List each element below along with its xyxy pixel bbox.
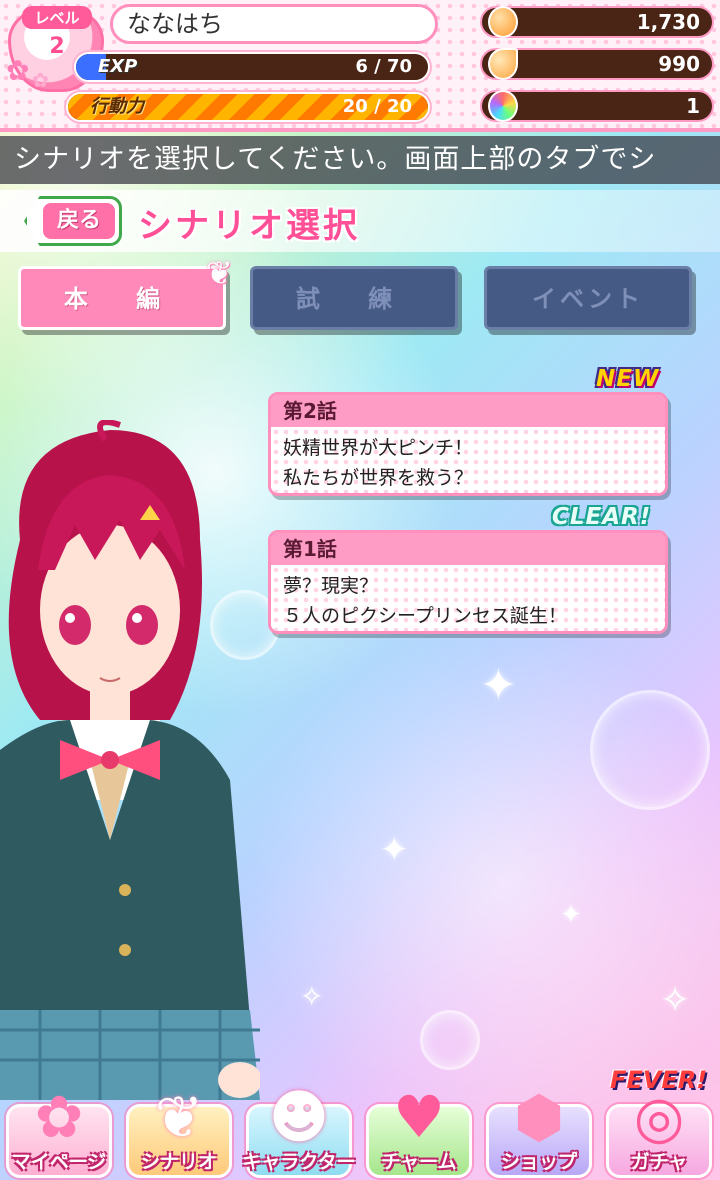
- action-value: 20 / 20: [342, 96, 412, 117]
- nav-label: チャーム: [381, 1151, 457, 1173]
- nav-label: シナリオ: [140, 1151, 217, 1173]
- coin-icon: [488, 6, 518, 38]
- nav-character[interactable]: ☻ キャラクター: [240, 1083, 358, 1180]
- episode-number: 第2話: [271, 395, 665, 427]
- status-bar: レベル 2 ✿ ✿ ななはち EXP 6 / 70 行動力 20 / 20 1,…: [0, 0, 720, 132]
- action-label: 行動力: [90, 96, 144, 117]
- episode-card-1[interactable]: 第1話 夢？現実？ ５人のピクシープリンセス誕生！: [268, 530, 668, 634]
- back-button-label: 戻る: [43, 203, 115, 239]
- episode-number: 第1話: [271, 533, 665, 565]
- gem-icon: ⬢: [513, 1083, 565, 1151]
- sparkle-decoration: ✧: [300, 980, 324, 1013]
- player-name: ななはち: [110, 4, 438, 44]
- episode-line-2: ５人のピクシープリンセス誕生！: [283, 605, 567, 627]
- nav-charm[interactable]: ♥ チャーム: [360, 1083, 478, 1180]
- new-badge: NEW: [596, 366, 660, 392]
- sparkle-decoration: ✧: [660, 980, 691, 1021]
- character-illustration: [0, 420, 260, 1100]
- tab-trial[interactable]: 試 練: [250, 266, 458, 330]
- tab-event[interactable]: イベント: [484, 266, 692, 330]
- nav-shop[interactable]: ⬢ ショップ: [480, 1083, 598, 1180]
- flower-icon: ✿: [32, 68, 49, 92]
- bubble-decoration: [420, 1010, 480, 1070]
- episode-card-2[interactable]: 第2話 妖精世界が大ピンチ！ 私たちが世界を救う？: [268, 392, 668, 496]
- episode-line-2: 私たちが世界を救う？: [283, 467, 474, 489]
- nav-label: キャラクター: [242, 1151, 356, 1173]
- episode-line-1: 妖精世界が大ピンチ！: [283, 437, 474, 459]
- page-title: シナリオ選択: [138, 206, 360, 246]
- sparkle-decoration: ✦: [480, 660, 517, 711]
- cone-counter[interactable]: 990: [480, 48, 714, 80]
- clear-badge: CLEAR!: [552, 504, 652, 530]
- character-icon: ☻: [268, 1083, 330, 1151]
- level-value: 2: [49, 34, 65, 59]
- page-header: 戻る シナリオ選択: [0, 190, 720, 252]
- action-gauge: 行動力 20 / 20: [66, 92, 430, 122]
- level-label: レベル: [22, 6, 92, 29]
- exp-gauge: EXP 6 / 70: [74, 52, 430, 82]
- nav-scenario[interactable]: ❦ シナリオ: [120, 1083, 238, 1180]
- gem-counter[interactable]: 1: [480, 90, 714, 122]
- exp-label: EXP: [98, 56, 138, 77]
- cone-icon: [488, 48, 518, 80]
- bubble-decoration: [590, 690, 710, 810]
- wing-icon: ❦: [154, 1083, 204, 1151]
- flower-icon: ✿: [6, 54, 30, 87]
- flower-icon: ✿: [34, 1083, 84, 1151]
- wing-icon: ❦: [206, 254, 233, 292]
- coin-counter[interactable]: 1,730: [480, 6, 714, 38]
- episode-description: 妖精世界が大ピンチ！ 私たちが世界を救う？: [271, 427, 665, 493]
- heart-star-icon: ♥: [393, 1083, 445, 1151]
- nav-label: マイページ: [11, 1151, 107, 1173]
- nav-mypage[interactable]: ✿ マイページ: [0, 1083, 118, 1180]
- gacha-icon: ◎: [633, 1083, 685, 1151]
- nav-label: ショップ: [500, 1151, 577, 1173]
- bottom-navigation: ✿ マイページ ❦ シナリオ ☻ キャラクター ♥ チャーム ⬢ ショップ ◎ …: [0, 1072, 720, 1180]
- exp-value: 6 / 70: [355, 56, 412, 77]
- back-button[interactable]: 戻る: [24, 196, 122, 246]
- nav-label: ガチャ: [630, 1151, 688, 1173]
- tab-main-story[interactable]: 本 編: [18, 266, 226, 330]
- sparkle-decoration: ✦: [380, 830, 409, 870]
- sparkle-decoration: ✦: [560, 900, 582, 930]
- episode-line-1: 夢？現実？: [283, 575, 379, 597]
- nav-gacha[interactable]: ◎ ガチャ: [600, 1083, 718, 1180]
- rainbow-gem-icon: [488, 90, 518, 122]
- info-ticker: シナリオを選択してください。画面上部のタブでシ: [0, 136, 720, 184]
- coin-amount: 1,730: [636, 10, 700, 34]
- cone-amount: 990: [658, 52, 700, 76]
- episode-description: 夢？現実？ ５人のピクシープリンセス誕生！: [271, 565, 665, 631]
- gem-amount: 1: [686, 94, 700, 118]
